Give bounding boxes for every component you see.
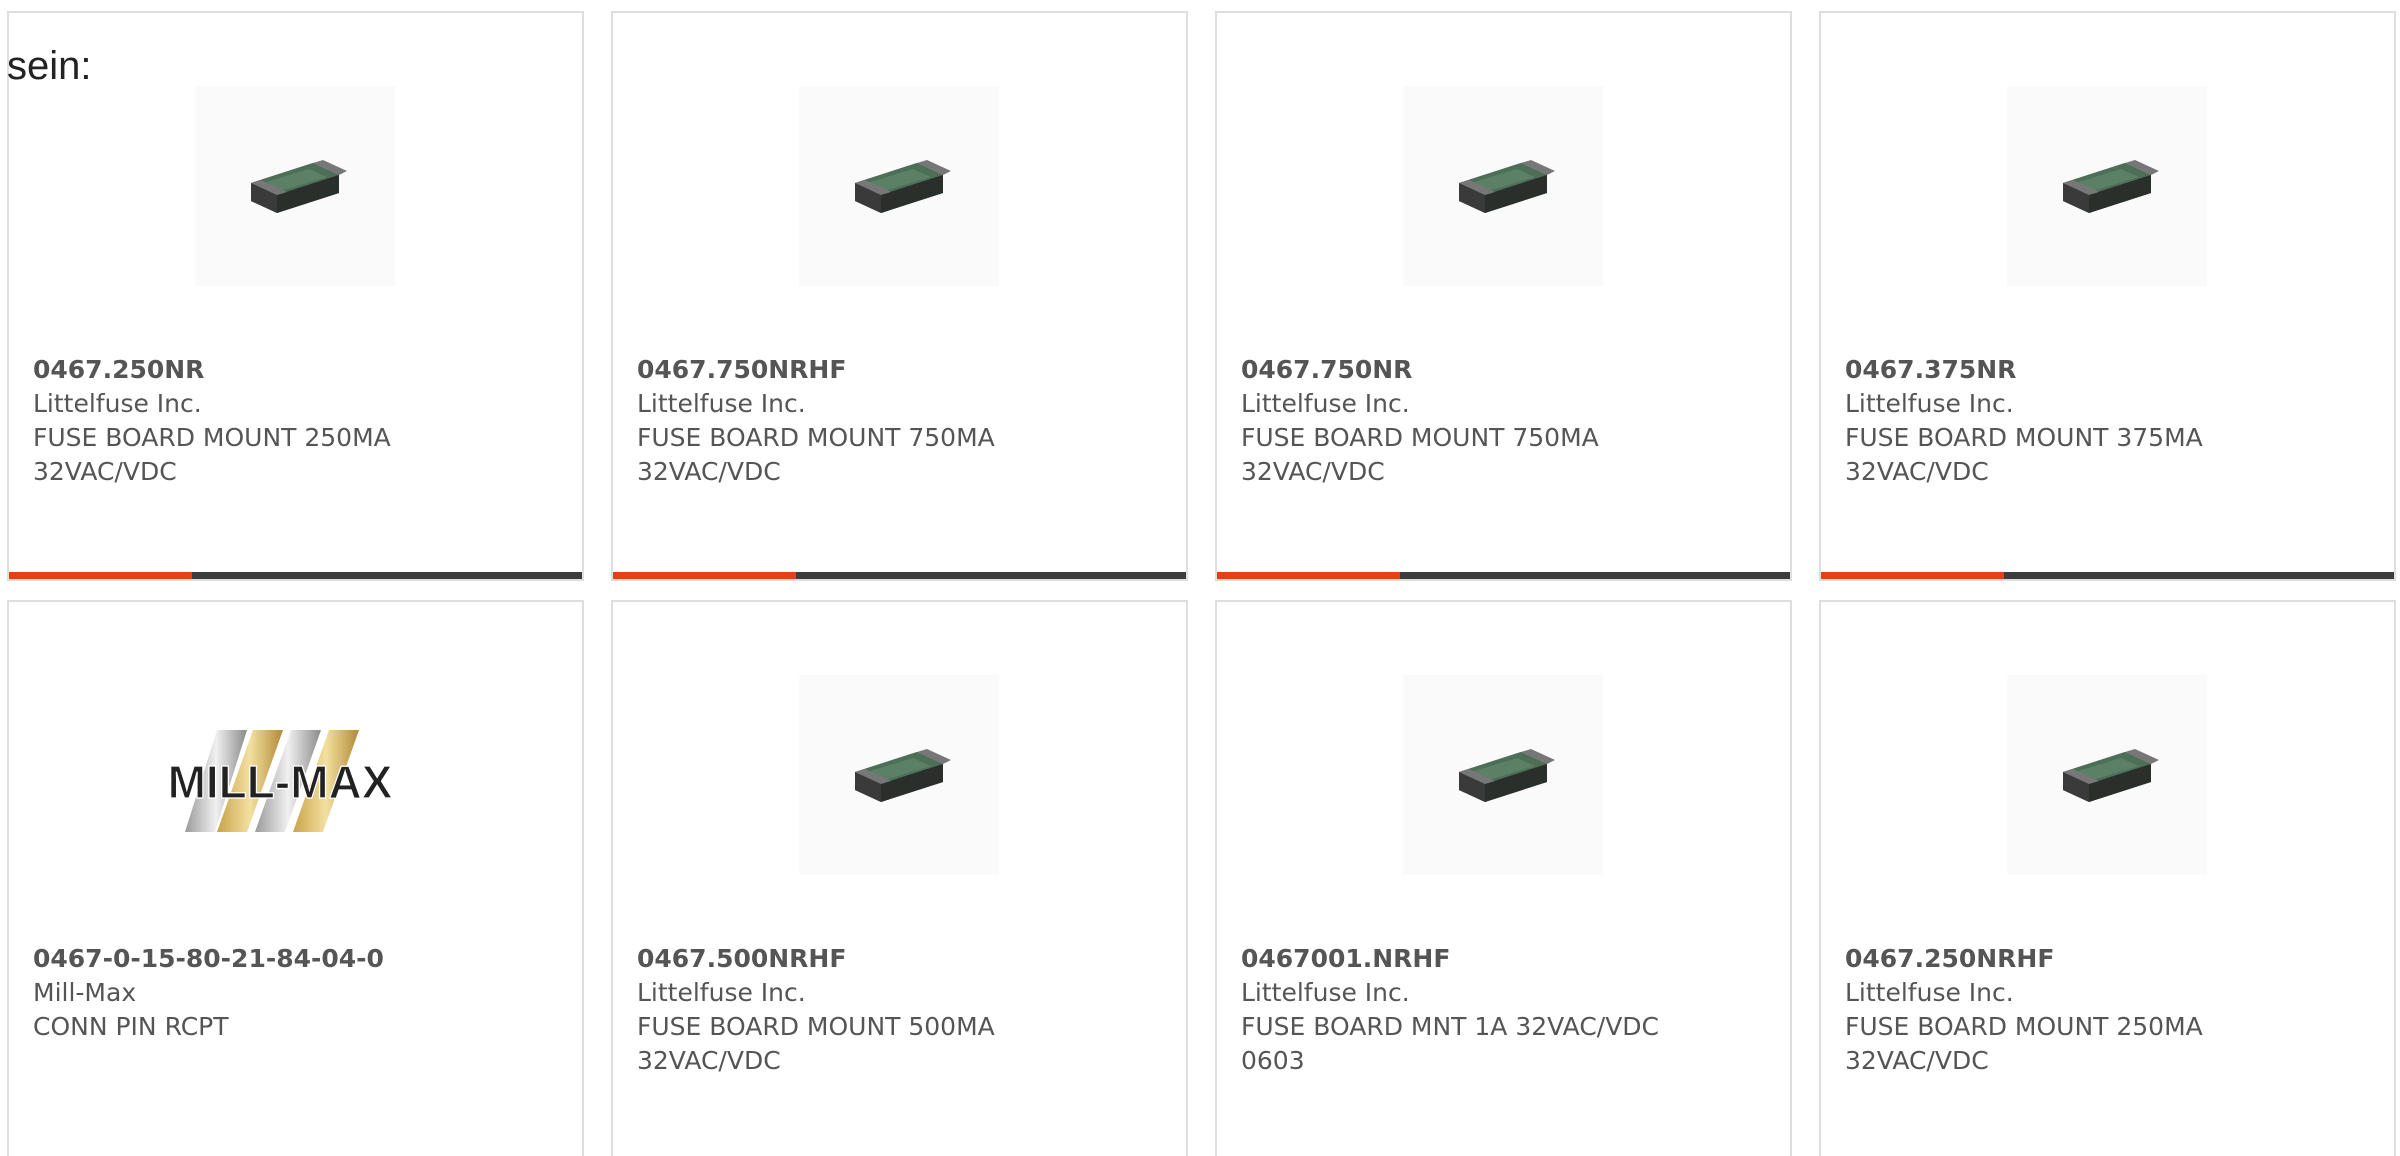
product-description: FUSE BOARD MOUNT 375MA 32VAC/VDC bbox=[1845, 423, 2203, 486]
part-number-link[interactable]: 0467.500NRHF bbox=[637, 942, 1157, 976]
fuse-chip-icon bbox=[855, 160, 951, 213]
part-number-link[interactable]: 0467.375NR bbox=[1845, 353, 2365, 387]
product-description: CONN PIN RCPT bbox=[33, 1012, 229, 1041]
part-number-link[interactable]: 0467001.NRHF bbox=[1241, 942, 1761, 976]
product-image[interactable] bbox=[1403, 675, 1603, 875]
product-image[interactable] bbox=[2007, 86, 2207, 286]
part-number-link[interactable]: 0467.750NR bbox=[1241, 353, 1761, 387]
manufacturer-name: Littelfuse Inc. bbox=[637, 978, 806, 1007]
card-progress-fill bbox=[9, 572, 193, 579]
product-card[interactable]: 0467.250NRHF Littelfuse Inc. FUSE BOARD … bbox=[1819, 600, 2396, 1156]
product-card[interactable]: MILL-MAX 0467-0-15-80-21-84-04-0 Mill-Ma… bbox=[7, 600, 584, 1156]
product-description: FUSE BOARD MOUNT 250MA 32VAC/VDC bbox=[1845, 1012, 2203, 1075]
product-description: FUSE BOARD MOUNT 500MA 32VAC/VDC bbox=[637, 1012, 995, 1075]
mill-max-logo-text: MILL-MAX bbox=[168, 756, 393, 808]
manufacturer-name: Littelfuse Inc. bbox=[1845, 389, 2014, 418]
part-number-link[interactable]: 0467.750NRHF bbox=[637, 353, 1157, 387]
product-description: FUSE BOARD MNT 1A 32VAC/VDC 0603 bbox=[1241, 1012, 1660, 1075]
product-image[interactable] bbox=[2007, 675, 2207, 875]
product-description: FUSE BOARD MOUNT 250MA 32VAC/VDC bbox=[33, 423, 391, 486]
product-image[interactable] bbox=[799, 86, 999, 286]
product-card[interactable]: 0467.375NR Littelfuse Inc. FUSE BOARD MO… bbox=[1819, 11, 2396, 581]
product-card[interactable]: 0467.750NR Littelfuse Inc. FUSE BOARD MO… bbox=[1215, 11, 1792, 581]
card-progress-bar bbox=[9, 572, 582, 579]
product-card[interactable]: 0467.750NRHF Littelfuse Inc. FUSE BOARD … bbox=[611, 11, 1188, 581]
manufacturer-name: Littelfuse Inc. bbox=[637, 389, 806, 418]
card-progress-fill bbox=[1821, 572, 2005, 579]
intro-text: sein: bbox=[7, 44, 92, 88]
fuse-chip-icon bbox=[855, 749, 951, 802]
mill-max-logo[interactable]: MILL-MAX bbox=[155, 712, 405, 852]
product-card[interactable]: 0467001.NRHF Littelfuse Inc. FUSE BOARD … bbox=[1215, 600, 1792, 1156]
product-card[interactable]: 0467.250NR Littelfuse Inc. FUSE BOARD MO… bbox=[7, 11, 584, 581]
part-number-link[interactable]: 0467-0-15-80-21-84-04-0 bbox=[33, 942, 553, 976]
fuse-chip-icon bbox=[1459, 749, 1555, 802]
product-description: FUSE BOARD MOUNT 750MA 32VAC/VDC bbox=[637, 423, 995, 486]
product-image[interactable] bbox=[799, 675, 999, 875]
part-number-link[interactable]: 0467.250NRHF bbox=[1845, 942, 2365, 976]
card-progress-bar bbox=[1821, 572, 2394, 579]
fuse-chip-icon bbox=[2063, 749, 2159, 802]
product-image[interactable] bbox=[1403, 86, 1603, 286]
manufacturer-name: Littelfuse Inc. bbox=[1241, 978, 1410, 1007]
manufacturer-name: Littelfuse Inc. bbox=[1241, 389, 1410, 418]
fuse-chip-icon bbox=[251, 160, 347, 213]
card-progress-fill bbox=[1217, 572, 1401, 579]
card-progress-bar bbox=[613, 572, 1186, 579]
card-progress-bar bbox=[1217, 572, 1790, 579]
fuse-chip-icon bbox=[2063, 160, 2159, 213]
manufacturer-name: Littelfuse Inc. bbox=[33, 389, 202, 418]
manufacturer-name: Mill-Max bbox=[33, 978, 137, 1007]
product-card[interactable]: 0467.500NRHF Littelfuse Inc. FUSE BOARD … bbox=[611, 600, 1188, 1156]
part-number-link[interactable]: 0467.250NR bbox=[33, 353, 553, 387]
product-description: FUSE BOARD MOUNT 750MA 32VAC/VDC bbox=[1241, 423, 1599, 486]
manufacturer-name: Littelfuse Inc. bbox=[1845, 978, 2014, 1007]
product-image[interactable] bbox=[195, 86, 395, 286]
card-progress-fill bbox=[613, 572, 797, 579]
fuse-chip-icon bbox=[1459, 160, 1555, 213]
